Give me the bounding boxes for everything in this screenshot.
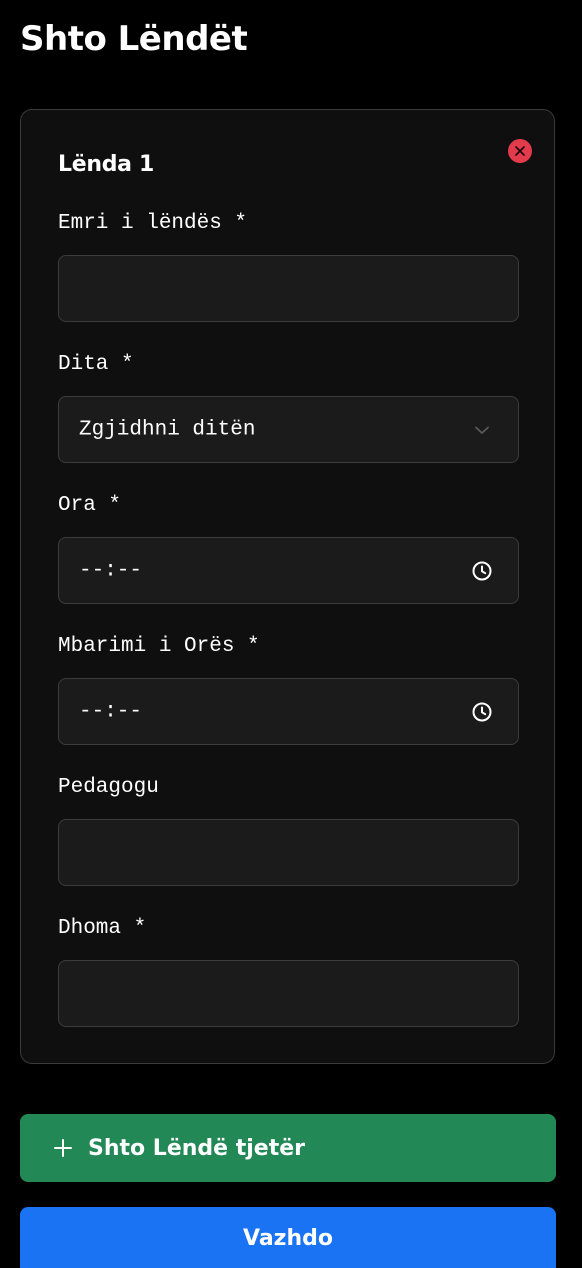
continue-button[interactable]: Vazhdo (20, 1207, 556, 1268)
end-time-value: --:-- (79, 700, 143, 723)
day-select[interactable]: Zgjidhni ditën (58, 396, 519, 463)
page-title: Shto Lëndët (20, 19, 248, 59)
close-icon (515, 146, 525, 156)
day-select-value: Zgjidhni ditën (79, 418, 256, 441)
start-time-value: --:-- (79, 559, 143, 582)
end-time-input[interactable]: --:-- (58, 678, 519, 745)
start-time-input[interactable]: --:-- (58, 537, 519, 604)
clock-icon[interactable] (470, 700, 494, 724)
room-label: Dhoma * (58, 917, 147, 940)
add-subject-label: Shto Lëndë tjetër (88, 1135, 305, 1161)
plus-icon (52, 1137, 74, 1159)
clock-icon[interactable] (470, 559, 494, 583)
chevron-down-icon (470, 418, 494, 442)
subject-card: Lënda 1 Emri i lëndës * Dita * Zgjidhni … (20, 109, 555, 1064)
room-input[interactable] (58, 960, 519, 1027)
end-time-label: Mbarimi i Orës * (58, 635, 260, 658)
subject-name-input[interactable] (58, 255, 519, 322)
remove-subject-button[interactable] (508, 139, 532, 163)
add-subject-button[interactable]: Shto Lëndë tjetër (20, 1114, 556, 1182)
teacher-label: Pedagogu (58, 776, 159, 799)
teacher-input[interactable] (58, 819, 519, 886)
continue-label: Vazhdo (243, 1226, 333, 1251)
day-label: Dita * (58, 353, 134, 376)
start-time-label: Ora * (58, 494, 122, 517)
subject-card-title: Lënda 1 (58, 152, 155, 177)
subject-name-label: Emri i lëndës * (58, 212, 248, 235)
